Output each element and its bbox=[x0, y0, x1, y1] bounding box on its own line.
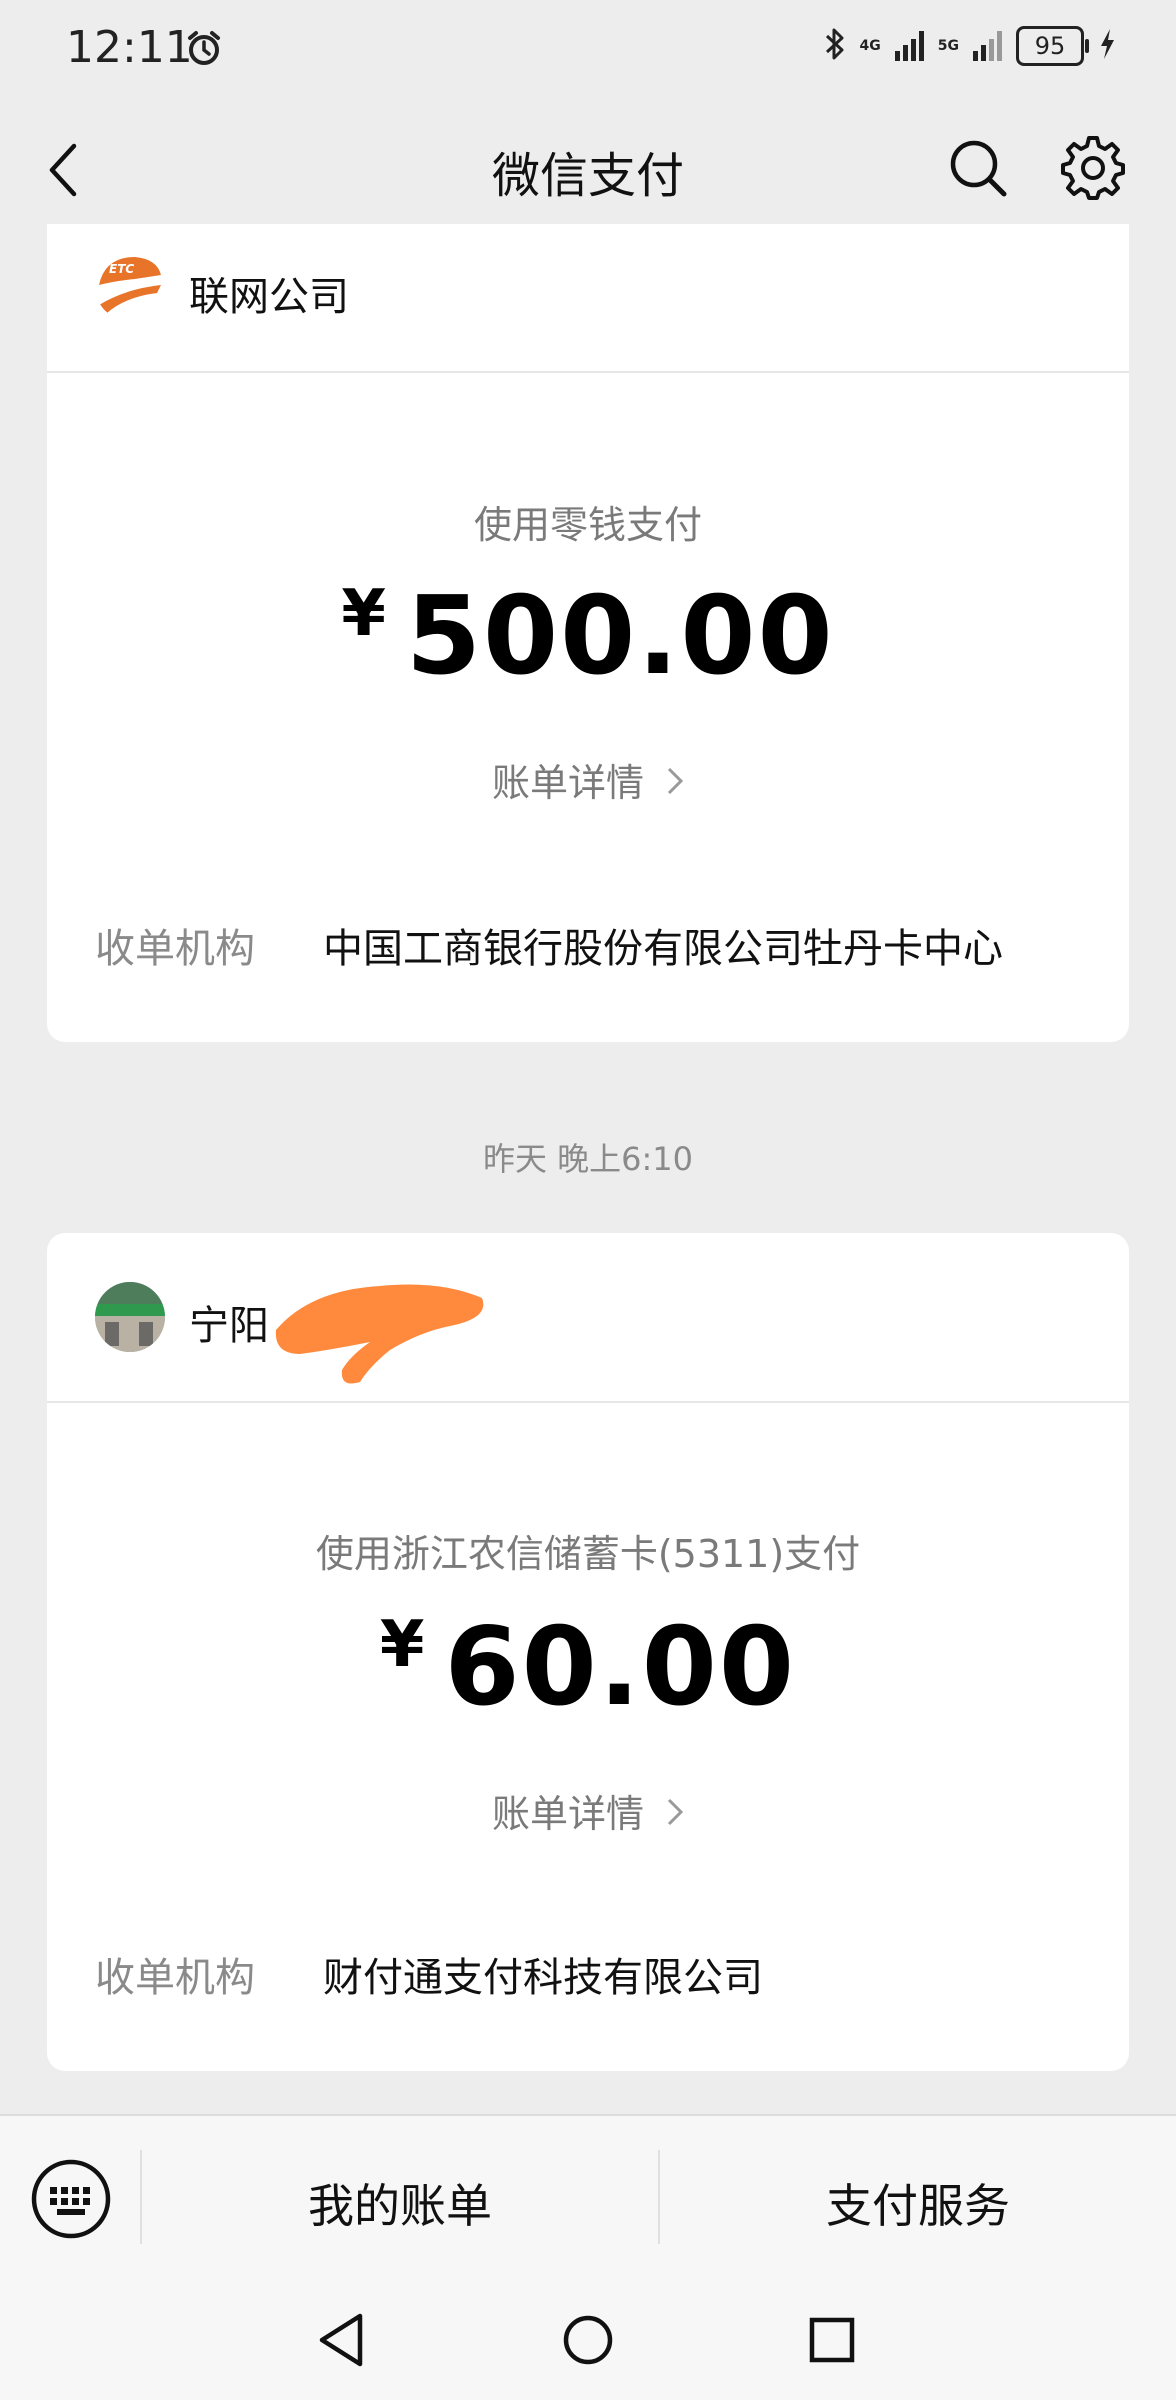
institution-value: 中国工商银行股份有限公司牡丹卡中心 bbox=[323, 926, 1003, 972]
institution-value: 财付通支付科技有限公司 bbox=[323, 1955, 763, 2001]
menu-my-bills[interactable]: 我的账单 bbox=[142, 2170, 658, 2236]
merchant-row[interactable]: ETC 联网公司 bbox=[47, 224, 1129, 364]
signal-5g-icon bbox=[973, 31, 1002, 61]
payment-method: 使用浙江农信储蓄卡(5311)支付 bbox=[315, 1532, 861, 1576]
divider bbox=[47, 371, 1129, 373]
network-5g-label: 5G bbox=[937, 38, 959, 54]
amount-value: 60.00 bbox=[444, 1605, 797, 1730]
system-navigation-bar bbox=[0, 2284, 1176, 2400]
alarm-icon bbox=[186, 30, 222, 70]
status-time: 12:11 bbox=[66, 22, 193, 73]
merchant-name: 宁阳 bbox=[189, 1303, 269, 1349]
bill-detail-label: 账单详情 bbox=[491, 761, 644, 805]
status-indicators: 4G 5G 95 bbox=[824, 26, 1116, 66]
redaction-scribble bbox=[270, 1270, 490, 1394]
currency-symbol: ¥ bbox=[379, 1608, 425, 1682]
divider bbox=[47, 1401, 1129, 1403]
chevron-right-icon bbox=[654, 1792, 684, 1836]
menu-pay-services[interactable]: 支付服务 bbox=[660, 2170, 1176, 2236]
bill-detail-link[interactable]: 账单详情 bbox=[47, 752, 1129, 807]
amount-value: 500.00 bbox=[405, 574, 835, 699]
circle-home-icon[interactable] bbox=[562, 2314, 614, 2370]
institution-label: 收单机构 bbox=[95, 1955, 255, 2001]
amount: ¥60.00 bbox=[47, 1605, 1129, 1730]
bottom-menu-bar: 我的账单 支付服务 bbox=[0, 2114, 1176, 2286]
signal-4g-icon bbox=[894, 31, 924, 61]
institution-label: 收单机构 bbox=[95, 926, 255, 972]
merchant-row[interactable]: 宁阳 bbox=[47, 1233, 1129, 1373]
store-photo-avatar bbox=[95, 1282, 165, 1352]
transaction-card[interactable]: 宁阳 使用浙江农信储蓄卡(5311)支付 ¥60.00 账单详情 收单机构 财付… bbox=[47, 1233, 1129, 2071]
triangle-back-icon[interactable] bbox=[316, 2312, 366, 2372]
search-icon[interactable] bbox=[946, 136, 1010, 204]
merchant-name: 联网公司 bbox=[189, 274, 349, 320]
etc-logo-avatar: ETC bbox=[95, 251, 165, 321]
bill-detail-label: 账单详情 bbox=[491, 1792, 644, 1836]
battery-icon: 95 bbox=[1016, 26, 1089, 66]
bluetooth-icon bbox=[824, 26, 846, 66]
square-recent-icon[interactable] bbox=[808, 2316, 856, 2368]
keyboard-icon[interactable] bbox=[30, 2158, 112, 2244]
status-bar: 12:11 4G 5G 95 bbox=[0, 0, 1176, 100]
currency-symbol: ¥ bbox=[341, 577, 386, 651]
network-4g-label: 4G bbox=[859, 38, 881, 54]
transaction-timestamp: 昨天 晚上6:10 bbox=[482, 1140, 694, 1178]
charging-icon bbox=[1098, 27, 1116, 65]
chevron-right-icon bbox=[654, 761, 684, 805]
bill-detail-link[interactable]: 账单详情 bbox=[47, 1783, 1129, 1838]
gear-icon[interactable] bbox=[1060, 134, 1126, 204]
amount: ¥500.00 bbox=[47, 574, 1129, 699]
payment-method: 使用零钱支付 bbox=[473, 503, 702, 547]
transaction-card[interactable]: ETC 联网公司 使用零钱支付 ¥500.00 账单详情 收单机构 中国工商银行… bbox=[47, 224, 1129, 1042]
svg-text:ETC: ETC bbox=[109, 262, 134, 276]
